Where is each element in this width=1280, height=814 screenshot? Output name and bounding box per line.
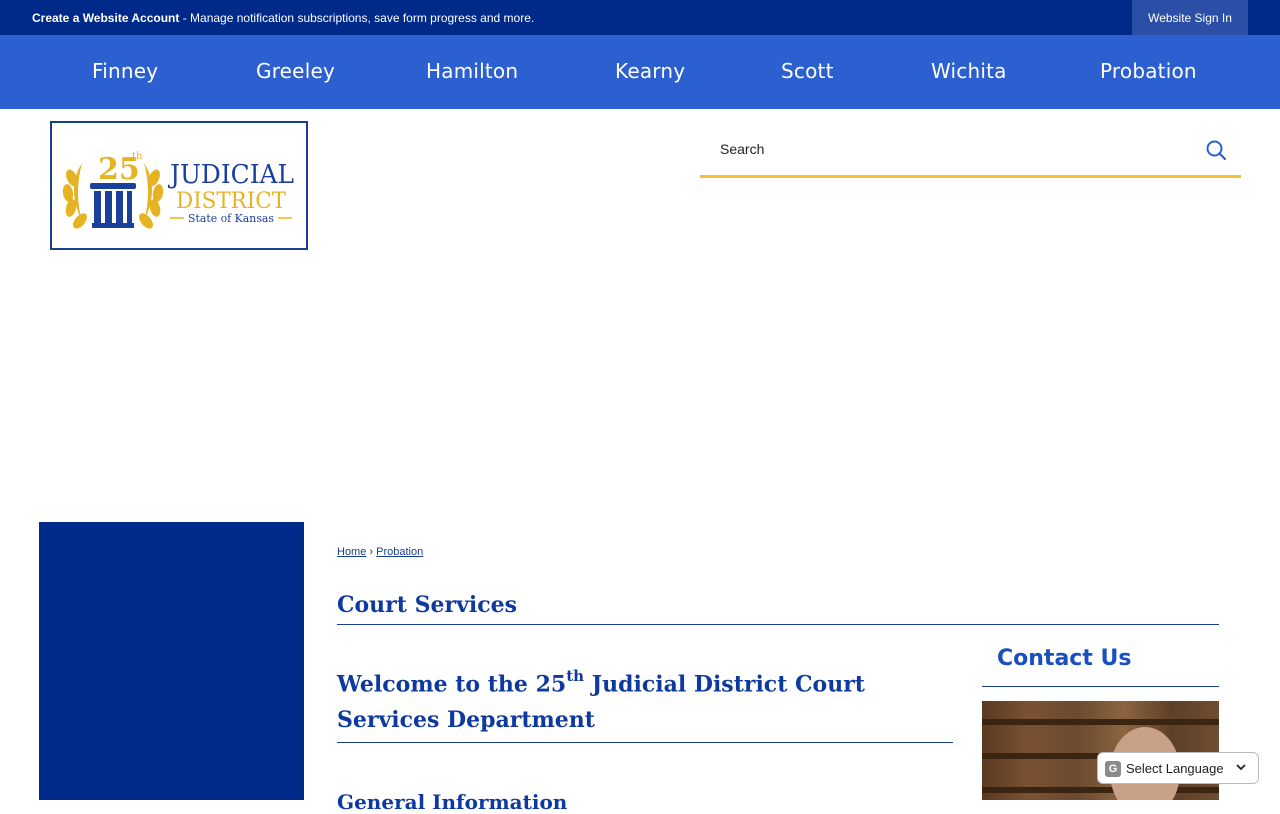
account-message: Create a Website Account - Manage notifi… <box>32 11 534 25</box>
breadcrumb-home-link[interactable]: Home <box>337 546 366 558</box>
logo-state-text: State of Kansas <box>188 212 274 225</box>
search-box[interactable]: Search <box>700 123 1241 178</box>
side-navigation-panel <box>39 522 304 800</box>
nav-item-kearny[interactable]: Kearny <box>615 35 685 109</box>
search-icon[interactable] <box>1205 139 1227 161</box>
welcome-heading-text: Welcome to the 25 <box>337 671 567 698</box>
nav-item-hamilton[interactable]: Hamilton <box>426 35 518 109</box>
create-account-link[interactable]: Create a Website Account <box>32 11 179 25</box>
general-information-heading: General Information <box>337 790 568 814</box>
contact-us-title[interactable]: Contact Us <box>997 646 1131 671</box>
create-account-description: - Manage notification subscriptions, sav… <box>179 11 535 25</box>
site-logo[interactable]: 25 th JUDICIAL DISTRICT State of Kansas <box>50 121 308 250</box>
judicial-district-logo-graphic: 25 th JUDICIAL DISTRICT State of Kansas <box>62 151 294 229</box>
google-translate-icon: G <box>1105 761 1121 777</box>
main-navigation: Finney Greeley Hamilton Kearny Scott Wic… <box>0 35 1280 109</box>
pillar-icon <box>90 183 136 228</box>
logo-judicial-text: JUDICIAL <box>167 160 294 190</box>
nav-item-wichita[interactable]: Wichita <box>931 35 1007 109</box>
welcome-heading-ordinal: th <box>566 667 585 685</box>
breadcrumb: Home › Probation <box>337 546 423 558</box>
chevron-down-icon <box>1236 764 1246 771</box>
nav-item-greeley[interactable]: Greeley <box>256 35 335 109</box>
language-selector-label: Select Language <box>1126 761 1224 776</box>
contact-us-header: Contact Us <box>982 644 1219 687</box>
breadcrumb-separator: › <box>369 546 374 558</box>
nav-item-scott[interactable]: Scott <box>781 35 834 109</box>
website-sign-in-button[interactable]: Website Sign In <box>1132 0 1248 35</box>
page-title: Court Services <box>337 592 1219 625</box>
logo-district-text: DISTRICT <box>176 189 286 214</box>
top-utility-bar: Create a Website Account - Manage notifi… <box>0 0 1280 35</box>
welcome-heading: Welcome to the 25th Judicial District Co… <box>337 660 953 744</box>
search-input[interactable]: Search <box>720 141 764 157</box>
language-selector[interactable]: G Select Language <box>1097 752 1259 784</box>
nav-item-finney[interactable]: Finney <box>92 35 158 109</box>
nav-item-probation[interactable]: Probation <box>1100 35 1197 109</box>
breadcrumb-probation-link[interactable]: Probation <box>376 546 423 558</box>
contact-photo <box>982 701 1219 800</box>
logo-ordinal: th <box>132 151 143 162</box>
